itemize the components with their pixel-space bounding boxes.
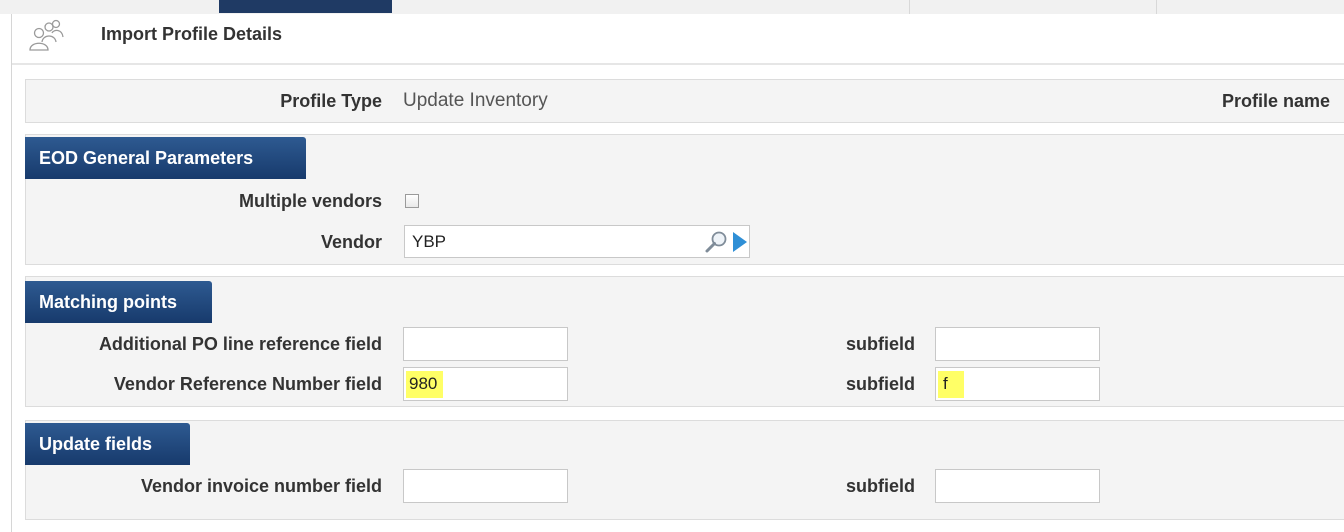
header-divider [12, 63, 1344, 65]
profile-type-panel [25, 79, 1344, 123]
left-border [11, 14, 12, 532]
vendor-reference-number-field[interactable]: 980 [403, 367, 568, 401]
tab-separator [909, 0, 910, 14]
vendor-reference-subfield[interactable]: f [935, 367, 1100, 401]
users-icon [29, 19, 64, 51]
subfield-label: subfield [845, 334, 915, 354]
additional-po-line-label: Additional PO line reference field [98, 334, 382, 354]
vendor-reference-number-label: Vendor Reference Number field [113, 374, 382, 394]
tab-separator [1156, 0, 1157, 14]
subfield-value: f [938, 371, 964, 398]
vendor-input[interactable]: YBP [404, 225, 750, 258]
additional-po-line-field[interactable] [403, 327, 568, 361]
top-tab-strip [0, 0, 1344, 14]
vendor-label: Vendor [320, 232, 382, 252]
profile-type-label: Profile Type [280, 91, 382, 111]
search-icon[interactable] [703, 230, 729, 254]
arrow-right-icon[interactable] [731, 231, 749, 253]
update-section-header: Update fields [25, 423, 190, 465]
multiple-vendors-checkbox[interactable] [405, 194, 419, 208]
page-title: Import Profile Details [101, 24, 283, 44]
vendor-invoice-number-field[interactable] [403, 469, 568, 503]
vendor-invoice-subfield[interactable] [935, 469, 1100, 503]
profile-name-label: Profile name [1221, 91, 1330, 111]
profile-type-value: Update Inventory [403, 90, 548, 111]
field-value: 980 [406, 371, 444, 398]
matching-section-header: Matching points [25, 281, 212, 323]
additional-po-line-subfield[interactable] [935, 327, 1100, 361]
vendor-invoice-number-label: Vendor invoice number field [140, 476, 382, 496]
subfield-label: subfield [845, 476, 915, 496]
update-fields-panel [25, 420, 1344, 520]
active-tab-indicator [219, 0, 392, 13]
vendor-input-value: YBP [412, 232, 447, 251]
subfield-label: subfield [845, 374, 915, 394]
eod-section-header: EOD General Parameters [25, 137, 306, 179]
multiple-vendors-label: Multiple vendors [238, 191, 382, 211]
